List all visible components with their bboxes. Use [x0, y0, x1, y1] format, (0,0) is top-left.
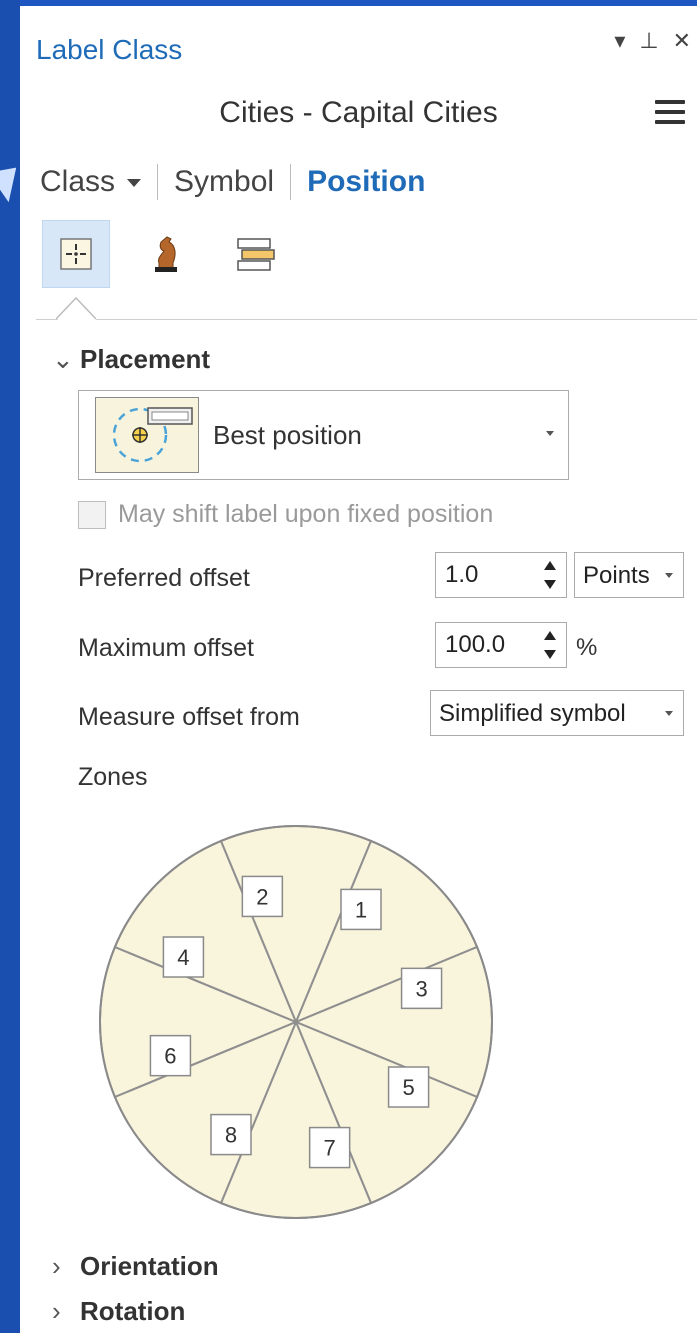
spinner-icon[interactable]	[544, 631, 556, 661]
svg-text:7: 7	[324, 1136, 336, 1161]
preferred-offset-label: Preferred offset	[78, 564, 250, 592]
subtab-placement[interactable]	[42, 220, 110, 288]
may-shift-checkbox-row: May shift label upon fixed position	[78, 500, 493, 529]
subtab-pointer	[56, 296, 96, 320]
conflict-resolution-icon	[155, 236, 177, 272]
label-class-pane: Label Class ▾ ⊥ ✕ Cities - Capital Citie…	[20, 0, 697, 1333]
rotation-section-header[interactable]: › Rotation	[52, 1296, 185, 1327]
zones-label: Zones	[78, 763, 148, 791]
svg-text:1: 1	[355, 897, 367, 922]
preferred-offset-input[interactable]: 1.0	[435, 552, 567, 598]
measure-offset-select[interactable]: Simplified symbol	[430, 690, 684, 736]
tab-strip: Class Symbol Position	[40, 164, 425, 200]
label-fitting-icon	[237, 238, 275, 271]
pane-window-controls: ▾ ⊥ ✕	[614, 28, 691, 54]
maximum-offset-unit: %	[576, 634, 598, 661]
tab-separator	[157, 164, 159, 200]
orientation-section-header[interactable]: › Orientation	[52, 1251, 219, 1282]
zone-label: 4	[162, 936, 205, 978]
may-shift-label: May shift label upon fixed position	[118, 500, 494, 528]
pane-title: Label Class	[36, 34, 183, 65]
chevron-right-icon: ›	[52, 1296, 61, 1326]
zone-label: 1	[340, 888, 382, 931]
preferred-offset-unit-select[interactable]: Points	[574, 552, 684, 598]
chevron-down-icon	[665, 711, 673, 716]
chevron-down-icon	[127, 179, 142, 188]
divider	[36, 319, 58, 320]
zone-label: 6	[149, 1034, 192, 1077]
divider	[96, 319, 697, 320]
placement-value: Best position	[213, 419, 362, 450]
subtab-label-fitting[interactable]	[222, 220, 290, 288]
measure-offset-label: Measure offset from	[78, 703, 300, 731]
svg-text:4: 4	[177, 945, 189, 970]
placement-dropdown[interactable]: Best position	[78, 390, 569, 480]
placement-icon	[60, 238, 92, 270]
svg-text:2: 2	[256, 884, 268, 909]
svg-text:6: 6	[164, 1044, 176, 1069]
close-icon[interactable]: ✕	[673, 28, 691, 54]
tab-symbol[interactable]: Symbol	[174, 165, 274, 199]
zone-wedges	[99, 825, 493, 1219]
pin-icon[interactable]: ⊥	[639, 28, 658, 54]
subtab-conflict-resolution[interactable]	[132, 220, 200, 288]
chevron-right-icon: ›	[52, 1251, 61, 1281]
zones-diagram[interactable]: 2 1 3 5 7 8 6 4	[98, 824, 494, 1220]
best-position-thumbnail	[95, 397, 199, 473]
svg-text:3: 3	[415, 976, 427, 1001]
hamburger-menu-icon[interactable]	[655, 100, 685, 130]
placement-section-header[interactable]: ⌄ Placement	[52, 344, 210, 375]
chevron-down-icon	[546, 431, 554, 436]
pane-menu-dropdown-icon[interactable]: ▾	[614, 28, 625, 54]
zone-label: 2	[241, 875, 284, 918]
zone-label: 7	[308, 1126, 351, 1169]
zone-label: 5	[387, 1066, 430, 1108]
chevron-down-icon: ⌄	[52, 344, 74, 374]
spinner-icon[interactable]	[544, 561, 556, 591]
position-subtabs	[42, 220, 290, 288]
tab-class[interactable]: Class	[40, 165, 142, 199]
may-shift-checkbox[interactable]	[78, 500, 106, 529]
maximum-offset-label: Maximum offset	[78, 634, 254, 662]
zone-label: 3	[400, 967, 443, 1010]
svg-text:8: 8	[225, 1123, 237, 1148]
chevron-down-icon	[665, 573, 673, 578]
layer-class-title: Cities - Capital Cities	[219, 96, 498, 129]
svg-text:5: 5	[402, 1075, 414, 1100]
tab-position[interactable]: Position	[307, 165, 425, 199]
maximum-offset-input[interactable]: 100.0	[435, 622, 567, 668]
zone-label: 8	[210, 1113, 252, 1156]
tab-separator	[290, 164, 292, 200]
